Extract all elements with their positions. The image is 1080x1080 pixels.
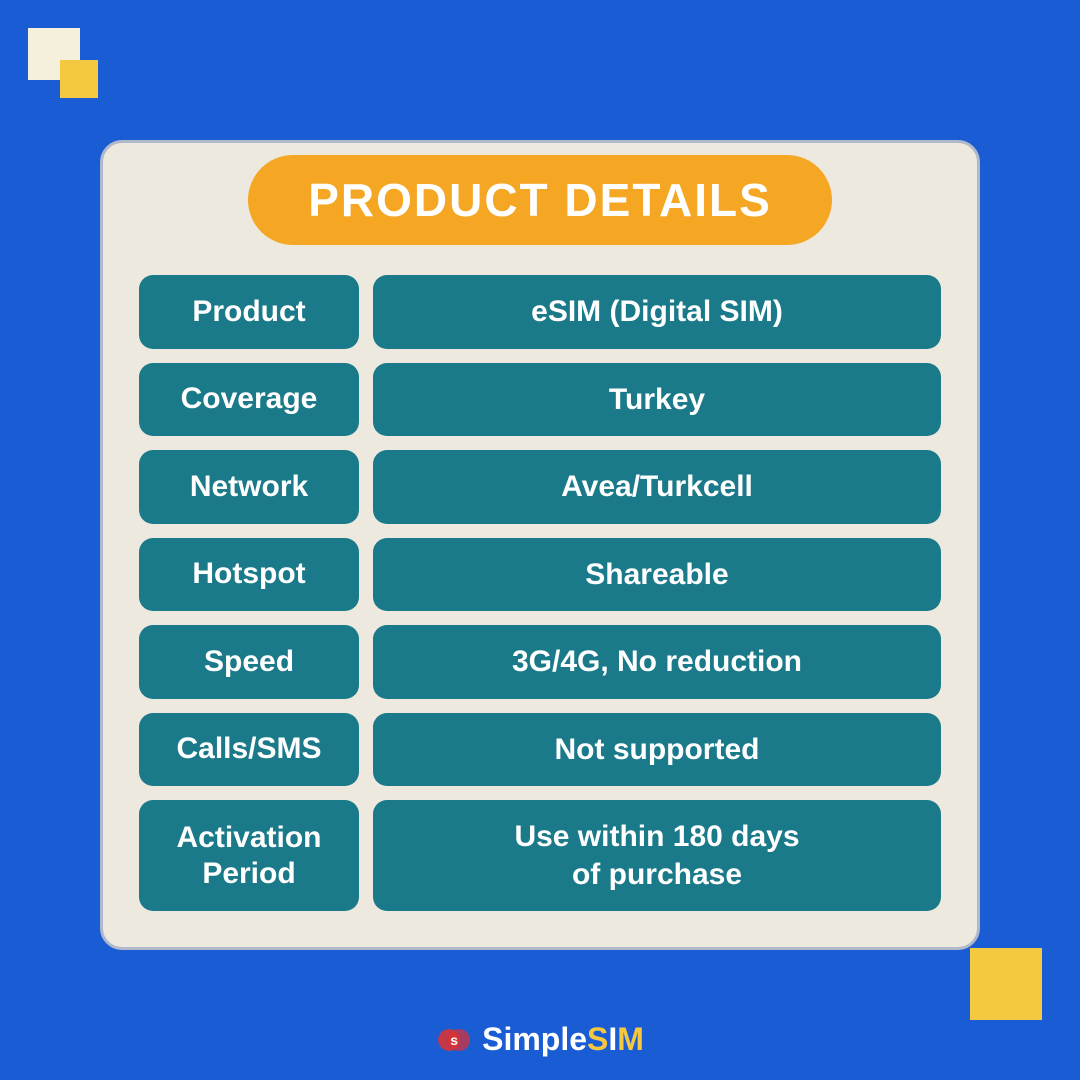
- label-hotspot: Hotspot: [139, 538, 359, 612]
- value-calls-sms: Not supported: [373, 713, 941, 787]
- label-coverage: Coverage: [139, 363, 359, 437]
- row-product: Product eSIM (Digital SIM): [139, 275, 941, 349]
- brand-logo: s SimpleSIM: [436, 1021, 644, 1058]
- label-activation-period: Activation Period: [139, 800, 359, 911]
- value-product: eSIM (Digital SIM): [373, 275, 941, 349]
- simplesim-logo-icon: s: [436, 1022, 472, 1058]
- title-badge: PRODUCT DETAILS: [248, 155, 832, 245]
- label-calls-sms: Calls/SMS: [139, 713, 359, 787]
- page-wrapper: PRODUCT DETAILS Product eSIM (Digital SI…: [0, 0, 1080, 1080]
- value-activation-period: Use within 180 days of purchase: [373, 800, 941, 911]
- value-network: Avea/Turkcell: [373, 450, 941, 524]
- label-network: Network: [139, 450, 359, 524]
- row-network: Network Avea/Turkcell: [139, 450, 941, 524]
- label-product: Product: [139, 275, 359, 349]
- row-hotspot: Hotspot Shareable: [139, 538, 941, 612]
- details-table: Product eSIM (Digital SIM) Coverage Turk…: [139, 275, 941, 911]
- row-calls-sms: Calls/SMS Not supported: [139, 713, 941, 787]
- row-activation-period: Activation Period Use within 180 days of…: [139, 800, 941, 911]
- title-wrapper: PRODUCT DETAILS: [139, 155, 941, 245]
- page-title: PRODUCT DETAILS: [308, 174, 772, 226]
- svg-text:s: s: [450, 1032, 458, 1048]
- footer-brand: s SimpleSIM: [436, 1021, 644, 1058]
- product-details-card: PRODUCT DETAILS Product eSIM (Digital SI…: [100, 140, 980, 950]
- deco-top-left: [28, 28, 98, 98]
- brand-name: SimpleSIM: [482, 1021, 644, 1058]
- value-speed: 3G/4G, No reduction: [373, 625, 941, 699]
- value-coverage: Turkey: [373, 363, 941, 437]
- row-coverage: Coverage Turkey: [139, 363, 941, 437]
- value-hotspot: Shareable: [373, 538, 941, 612]
- deco-bottom-right: [970, 948, 1042, 1020]
- label-speed: Speed: [139, 625, 359, 699]
- row-speed: Speed 3G/4G, No reduction: [139, 625, 941, 699]
